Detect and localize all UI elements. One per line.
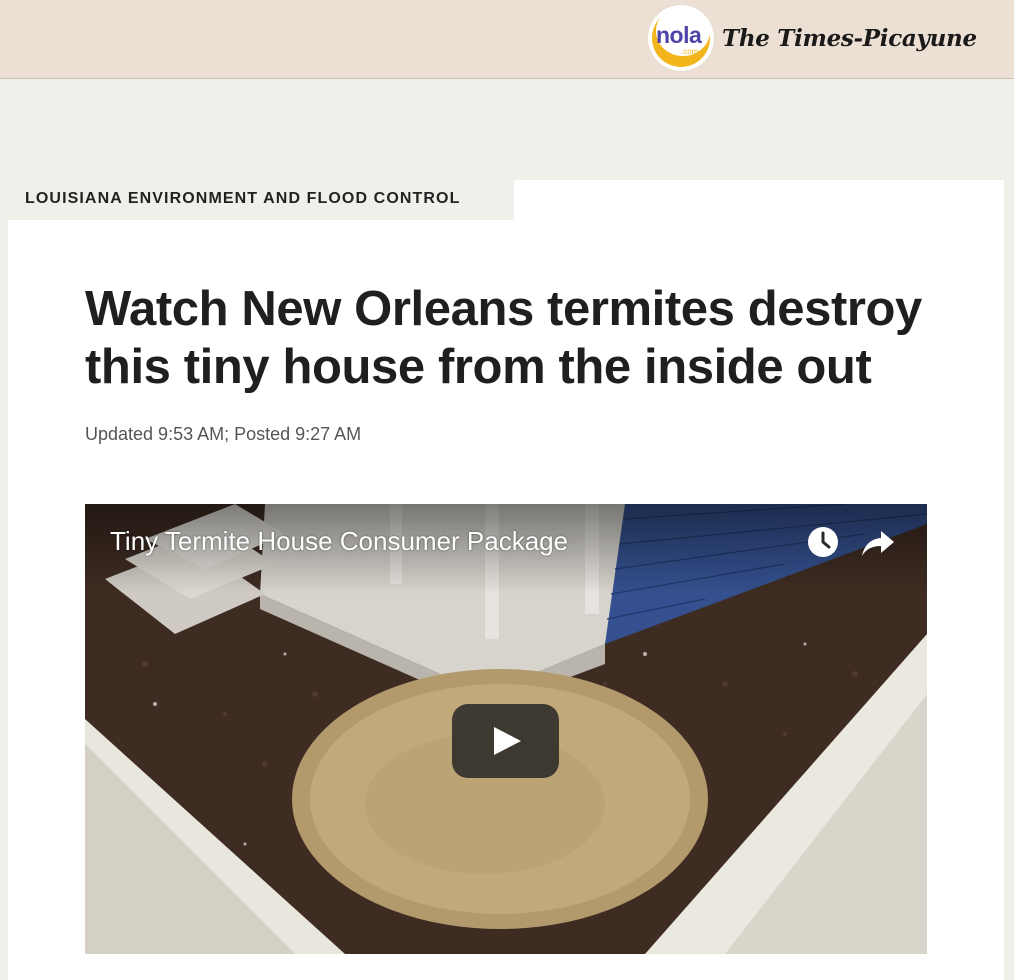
nola-logo-text: nola [656,22,702,48]
article-headline: Watch New Orleans termites destroy this … [85,282,922,394]
site-header: nola .com The Times-Picayune [0,0,1014,79]
section-label[interactable]: LOUISIANA ENVIRONMENT AND FLOOD CONTROL [25,190,460,208]
video-player[interactable]: Tiny Termite House Consumer Package [85,504,927,954]
masthead-title[interactable]: The Times-Picayune [722,25,977,52]
article-timestamp: Updated 9:53 AM; Posted 9:27 AM [85,424,362,444]
play-button[interactable] [452,704,559,778]
nola-logo-subtext: .com [681,47,699,56]
play-icon [494,727,521,755]
nola-logo-badge[interactable]: nola .com [648,5,714,71]
site-logo[interactable]: nola .com The Times-Picayune [648,4,977,72]
clock-icon[interactable] [807,526,839,558]
share-arrow-icon[interactable] [861,528,895,558]
video-title[interactable]: Tiny Termite House Consumer Package [110,526,568,557]
